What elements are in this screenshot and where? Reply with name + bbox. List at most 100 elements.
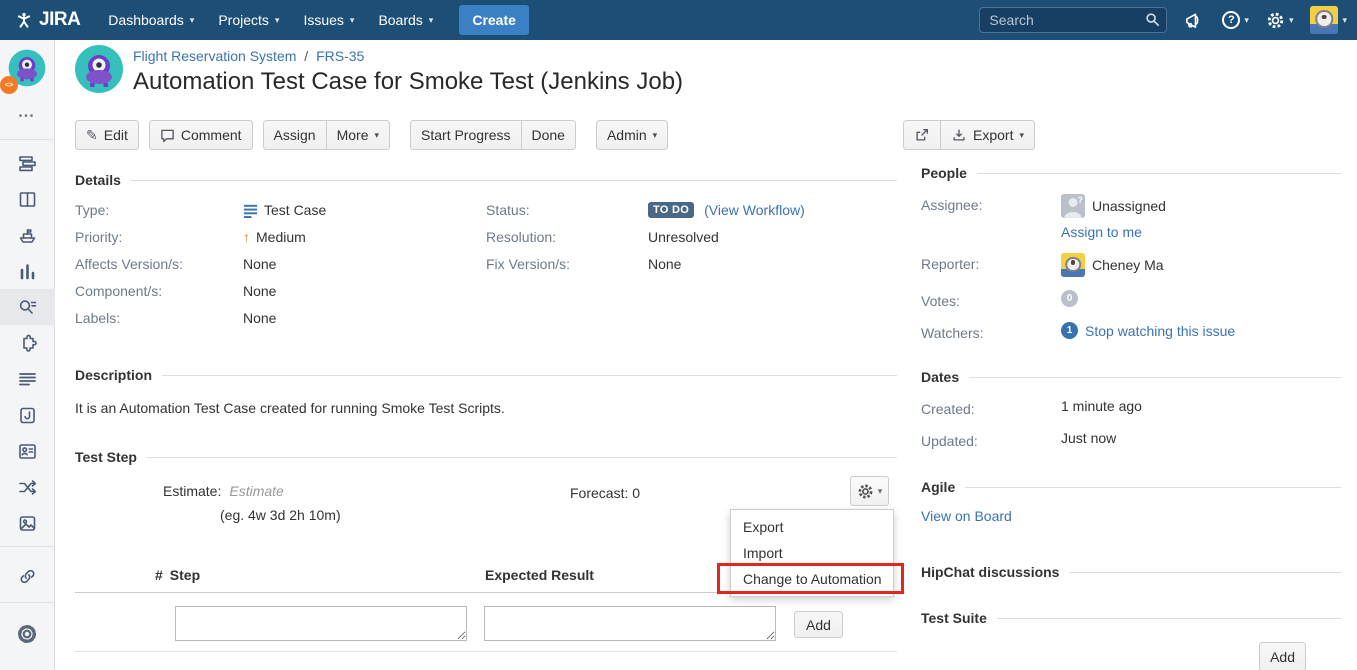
sidebar-item-pages[interactable] xyxy=(0,361,55,397)
people-heading: People xyxy=(921,165,1341,181)
reporter-avatar xyxy=(1061,253,1085,277)
test-suite-add-button[interactable]: Add xyxy=(1259,642,1306,670)
sidebar-item-board[interactable] xyxy=(0,181,55,217)
comment-label: Comment xyxy=(181,127,242,143)
ship-icon xyxy=(17,225,38,246)
nav-issues[interactable]: Issues ▾ xyxy=(291,3,366,37)
view-workflow-link[interactable]: (View Workflow) xyxy=(704,202,805,218)
assignee-value: Unassigned xyxy=(1092,198,1166,214)
affects-version-value: None xyxy=(243,256,276,272)
sidebar-item-contacts[interactable] xyxy=(0,433,55,469)
estimate-input[interactable] xyxy=(229,483,349,499)
help-menu[interactable]: ? ▾ xyxy=(1222,11,1249,29)
chevron-down-icon: ▾ xyxy=(350,16,355,25)
user-menu[interactable]: ▾ xyxy=(1310,6,1347,34)
sidebar-item-code[interactable] xyxy=(0,397,55,433)
priority-value: Medium xyxy=(256,229,306,245)
updated-value: Just now xyxy=(1061,430,1116,446)
sidebar-item-releases[interactable] xyxy=(0,217,55,253)
sidebar-item-media[interactable] xyxy=(0,505,55,541)
sidebar-more-icon[interactable]: ••• xyxy=(19,111,36,122)
more-button[interactable]: More ▾ xyxy=(326,120,390,150)
pencil-icon: ✎ xyxy=(86,128,98,142)
help-icon: ? xyxy=(1222,11,1240,29)
sidebar-project-avatar[interactable]: <> xyxy=(7,48,47,91)
affects-version-label: Affects Version/s: xyxy=(75,256,243,272)
type-label: Type: xyxy=(75,202,243,218)
nav-projects[interactable]: Projects ▾ xyxy=(206,3,291,37)
details-section: Details Type: Test Case Priority: ↑ Medi… xyxy=(75,172,897,337)
board-icon xyxy=(17,189,38,210)
column-hash: # xyxy=(155,567,163,583)
sidebar-item-issues[interactable] xyxy=(0,289,55,325)
labels-value: None xyxy=(243,310,276,326)
nav-issues-label: Issues xyxy=(303,12,343,28)
edit-button[interactable]: ✎ Edit xyxy=(75,120,139,150)
dates-section: Dates Created: 1 minute ago Updated: Jus… xyxy=(921,369,1341,449)
edit-label: Edit xyxy=(104,127,128,143)
contact-card-icon xyxy=(17,441,38,462)
created-value: 1 minute ago xyxy=(1061,398,1142,414)
software-project-badge-icon: <> xyxy=(0,76,18,94)
admin-settings-menu[interactable]: ▾ xyxy=(1266,11,1294,30)
sidebar-divider xyxy=(0,139,54,140)
watchers-label: Watchers: xyxy=(921,322,1061,341)
votes-badge[interactable]: 0 xyxy=(1061,290,1078,307)
component-label: Component/s: xyxy=(75,283,243,299)
reporter-value: Cheney Ma xyxy=(1092,257,1164,273)
menu-item-import[interactable]: Import xyxy=(731,540,893,566)
done-button[interactable]: Done xyxy=(521,120,576,150)
nav-boards[interactable]: Boards ▾ xyxy=(366,3,445,37)
start-progress-button[interactable]: Start Progress xyxy=(410,120,521,150)
step-input[interactable] xyxy=(175,606,467,641)
stop-watching-link[interactable]: Stop watching this issue xyxy=(1085,323,1235,339)
sidebar-item-backlog[interactable] xyxy=(0,145,55,181)
test-case-type-icon xyxy=(243,203,258,218)
chevron-down-icon: ▾ xyxy=(653,131,658,140)
assign-button[interactable]: Assign xyxy=(263,120,327,150)
chevron-down-icon: ▾ xyxy=(1342,16,1347,25)
project-avatar[interactable] xyxy=(75,45,123,93)
gear-icon xyxy=(16,623,38,645)
chevron-down-icon: ▾ xyxy=(374,131,379,140)
search-input[interactable] xyxy=(979,7,1167,33)
sidebar-item-settings[interactable] xyxy=(0,616,55,652)
backlog-icon xyxy=(17,153,38,174)
breadcrumb-project-link[interactable]: Flight Reservation System xyxy=(133,48,296,64)
admin-button[interactable]: Admin ▾ xyxy=(596,120,668,150)
sidebar-item-links[interactable] xyxy=(0,558,55,594)
top-navbar: JIRA Dashboards ▾ Projects ▾ Issues ▾ Bo… xyxy=(0,0,1357,40)
view-on-board-link[interactable]: View on Board xyxy=(921,508,1012,524)
user-avatar xyxy=(1310,6,1338,34)
agile-section: Agile View on Board xyxy=(921,479,1341,524)
breadcrumb-separator: / xyxy=(304,48,308,64)
nav-dashboards[interactable]: Dashboards ▾ xyxy=(96,3,206,37)
search-list-icon xyxy=(17,297,38,318)
breadcrumb-issue-link[interactable]: FRS-35 xyxy=(316,48,364,64)
jira-logo[interactable]: JIRA xyxy=(14,9,80,31)
search-box xyxy=(979,7,1167,33)
votes-label: Votes: xyxy=(921,290,1061,309)
hipchat-heading: HipChat discussions xyxy=(921,564,1341,580)
test-step-settings-menu: Export Import Change to Automation xyxy=(730,509,894,597)
menu-item-export[interactable]: Export xyxy=(731,514,893,540)
menu-item-change-to-automation[interactable]: Change to Automation xyxy=(731,566,893,592)
fix-version-value: None xyxy=(648,256,681,272)
sidebar-item-shuffle[interactable] xyxy=(0,469,55,505)
add-step-button[interactable]: Add xyxy=(794,611,843,638)
search-icon[interactable] xyxy=(1145,12,1160,27)
comment-button[interactable]: Comment xyxy=(149,120,253,150)
watchers-badge[interactable]: 1 xyxy=(1061,322,1078,339)
create-button[interactable]: Create xyxy=(459,5,529,35)
forecast-label: Forecast: xyxy=(570,485,628,501)
created-label: Created: xyxy=(921,398,1061,417)
announcements-button[interactable] xyxy=(1184,10,1205,31)
comment-bubble-icon xyxy=(160,128,175,143)
status-label: Status: xyxy=(486,202,648,218)
nav-boards-label: Boards xyxy=(378,12,422,28)
test-step-settings-button[interactable]: ▾ xyxy=(850,476,889,506)
sidebar-item-addons[interactable] xyxy=(0,325,55,361)
sidebar-item-reports[interactable] xyxy=(0,253,55,289)
assign-to-me-link[interactable]: Assign to me xyxy=(1061,224,1142,240)
expected-result-input[interactable] xyxy=(484,606,776,641)
